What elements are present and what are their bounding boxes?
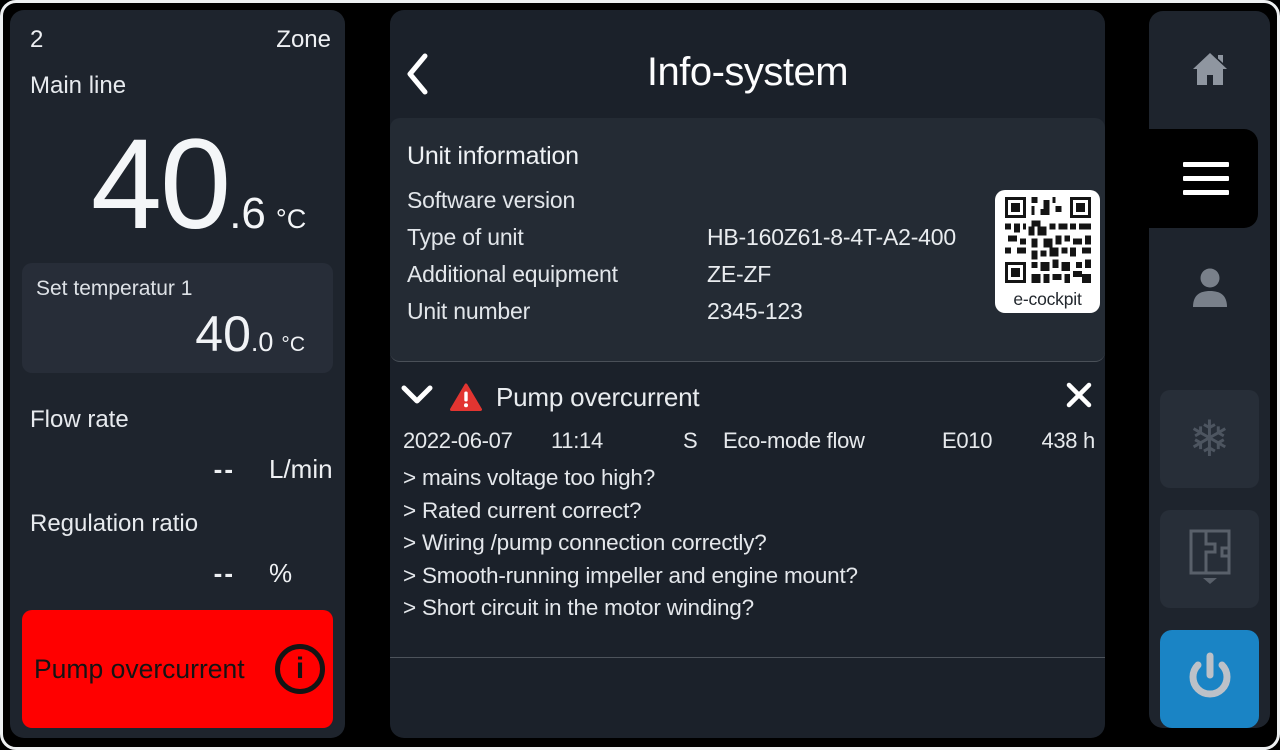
table-row: Software version (407, 182, 981, 219)
unit-information-rows: Software version Type of unit HB-160Z61-… (407, 182, 981, 330)
power-button[interactable] (1160, 630, 1259, 728)
regulation-ratio-unit: % (269, 558, 343, 589)
flow-rate-value: -- (10, 454, 235, 485)
home-button[interactable] (1149, 25, 1270, 115)
set-temperature-label: Set temperatur 1 (36, 277, 192, 301)
hamburger-menu-icon (1183, 162, 1229, 195)
power-icon (1185, 652, 1235, 707)
regulation-ratio-value: -- (10, 558, 235, 589)
list-item: > Wiring /pump connection correctly? (403, 527, 1091, 560)
alarm-header: Pump overcurrent (400, 376, 1093, 418)
set-temp-int: 40 (195, 309, 251, 359)
alarm-time: 11:14 (551, 428, 603, 454)
row-value: 2345-123 (707, 298, 981, 325)
flow-rate-value-row: -- L/min (10, 454, 345, 485)
zone-row: 2 Zone (30, 26, 331, 54)
hmi-screen: { "colors": { "alarm_red": "#ff0000", "p… (0, 0, 1280, 750)
info-icon[interactable]: i (275, 644, 325, 694)
row-value: HB-160Z61-8-4T-A2-400 (707, 224, 981, 251)
alarm-date: 2022-06-07 (403, 428, 513, 454)
list-item: > Short circuit in the motor winding? (403, 592, 1091, 625)
main-temperature-value: 40 .6 °C (10, 118, 345, 252)
set-temperature-value: 40 .0 °C (195, 309, 305, 359)
alarm-meta-row: 2022-06-07 11:14 S Eco-mode flow E010 43… (390, 428, 1105, 456)
qr-code (1005, 270, 1091, 287)
zone-number: 2 (30, 26, 43, 54)
row-label: Additional equipment (407, 261, 707, 288)
row-label: Type of unit (407, 224, 707, 251)
alarm-banner-label: Pump overcurrent (34, 654, 275, 685)
mold-icon (1186, 528, 1234, 591)
zone-label: Zone (276, 26, 331, 54)
list-item: > mains voltage too high? (403, 462, 1091, 495)
table-row: Unit number 2345-123 (407, 293, 981, 330)
list-item: > Smooth-running impeller and engine mou… (403, 560, 1091, 593)
section-divider (390, 657, 1105, 658)
home-icon (1190, 49, 1230, 92)
main-line-label: Main line (30, 72, 126, 100)
cooling-button[interactable]: ❄ (1160, 390, 1259, 488)
close-alarm-button[interactable] (1065, 381, 1093, 414)
alarm-checklist: > mains voltage too high? > Rated curren… (403, 462, 1091, 625)
menu-button-active[interactable] (1124, 129, 1258, 228)
unit-information-section: Unit information Software version Type o… (390, 118, 1105, 362)
alarm-description: Eco-mode flow (723, 428, 865, 454)
close-icon (1065, 381, 1093, 414)
alarm-banner[interactable]: Pump overcurrent i (22, 610, 333, 728)
user-icon (1188, 265, 1232, 314)
chevron-down-icon (400, 384, 434, 411)
row-label: Software version (407, 187, 707, 214)
info-system-panel: Info-system Unit information Software ve… (390, 10, 1105, 738)
qr-label: e-cockpit (995, 288, 1100, 312)
alarm-code: E010 (942, 428, 992, 454)
main-temp-int: 40 (91, 118, 229, 252)
flow-rate-unit: L/min (269, 454, 343, 485)
set-temperature-box[interactable]: Set temperatur 1 40 .0 °C (22, 263, 333, 373)
page-title: Info-system (390, 50, 1105, 95)
regulation-ratio-label: Regulation ratio (30, 510, 198, 538)
set-temp-dec: .0 (251, 327, 274, 358)
user-button[interactable] (1149, 244, 1270, 334)
mold-button[interactable] (1160, 510, 1259, 608)
qr-card[interactable]: e-cockpit (995, 190, 1100, 313)
main-temp-dec: .6 (229, 189, 266, 239)
alarm-state: S (683, 428, 697, 454)
table-row: Type of unit HB-160Z61-8-4T-A2-400 (407, 219, 981, 256)
row-value: ZE-ZF (707, 261, 981, 288)
expand-alarm-button[interactable] (400, 384, 434, 411)
sidebar: ❄ (1149, 11, 1270, 728)
alarm-hours: 438 h (1041, 428, 1095, 454)
row-label: Unit number (407, 298, 707, 325)
list-item: > Rated current correct? (403, 495, 1091, 528)
set-temp-unit: °C (281, 333, 305, 357)
flow-rate-label: Flow rate (30, 406, 129, 434)
zone-status-panel: 2 Zone Main line 40 .6 °C Set temperatur… (10, 10, 345, 738)
regulation-ratio-value-row: -- % (10, 558, 345, 589)
snowflake-icon: ❄ (1189, 414, 1231, 464)
unit-information-title: Unit information (407, 142, 579, 171)
warning-triangle-icon (450, 383, 482, 412)
alarm-title: Pump overcurrent (496, 382, 699, 413)
main-temp-unit: °C (276, 204, 306, 235)
table-row: Additional equipment ZE-ZF (407, 256, 981, 293)
